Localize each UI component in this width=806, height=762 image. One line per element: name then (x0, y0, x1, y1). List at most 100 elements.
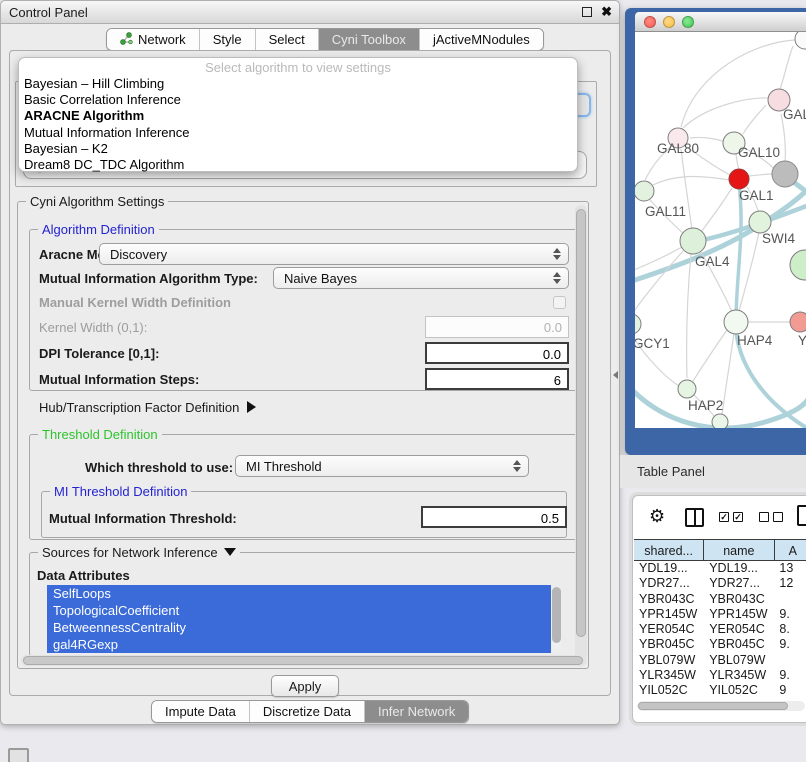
combo-arrows-icon (553, 248, 561, 260)
dropdown-option-highlighted[interactable]: ARACNE Algorithm (19, 108, 577, 124)
mi-steps-label: Mutual Information Steps: (39, 372, 199, 387)
settings-horizontal-scrollbar[interactable] (21, 655, 587, 666)
node-gcy1[interactable] (635, 314, 641, 334)
table-row[interactable]: YDR27...YDR27...12 (634, 576, 806, 591)
collapsed-panel-icon[interactable] (8, 748, 29, 762)
svg-text:HAP4: HAP4 (737, 333, 773, 348)
svg-text:GAL: GAL (783, 107, 806, 122)
node-gal11[interactable] (635, 181, 654, 201)
settings-vertical-scrollbar[interactable] (575, 205, 587, 661)
list-item[interactable]: BetweennessCentrality (47, 619, 551, 636)
table-row[interactable]: YLR345WYLR345W9. (634, 668, 806, 683)
tab-discretize-data[interactable]: Discretize Data (250, 701, 365, 722)
mi-threshold-field[interactable]: 0.5 (421, 506, 567, 528)
tab-jactivemnodules[interactable]: jActiveMNodules (420, 29, 543, 50)
table-row[interactable]: YBR043CYBR043C (634, 592, 806, 607)
which-threshold-label: Which threshold to use: (85, 460, 233, 475)
combo-arrows-icon (553, 272, 561, 284)
kernel-width-field[interactable]: 0.0 (425, 316, 569, 338)
table-panel-titlebar[interactable]: Table Panel (620, 455, 806, 488)
node-salmon[interactable] (790, 312, 806, 332)
tab-network[interactable]: Network (107, 29, 200, 50)
table-body: YDL19...YDL19...13 YDR27...YDR27...12 YB… (634, 561, 806, 699)
tab-infer-network[interactable]: Infer Network (365, 701, 468, 722)
file-icon[interactable] (797, 505, 806, 526)
control-panel-title: Control Panel (9, 5, 88, 20)
table-row[interactable]: YDL19...YDL19...13 (634, 561, 806, 576)
aracne-mode-combobox[interactable]: Discovery (99, 243, 569, 265)
column-header-partial[interactable]: A (775, 540, 806, 560)
list-item[interactable]: SelfLoops (47, 585, 551, 602)
tab-style[interactable]: Style (200, 29, 256, 50)
apply-button[interactable]: Apply (271, 675, 339, 697)
control-panel-titlebar[interactable]: Control Panel ✖ (1, 1, 619, 24)
svg-text:GAL10: GAL10 (738, 145, 780, 160)
node[interactable] (712, 414, 728, 428)
node-hap4[interactable] (724, 310, 748, 334)
panel-splitter-arrow[interactable] (613, 371, 618, 379)
tab-network-label: Network (138, 32, 186, 47)
list-item[interactable]: TopologicalCoefficient (47, 602, 551, 619)
column-header-name[interactable]: name (704, 540, 774, 560)
combo-arrows-icon (513, 460, 521, 472)
table-row[interactable]: YPR145WYPR145W9. (634, 607, 806, 622)
threshold-definition-title: Threshold Definition (38, 427, 162, 442)
unchecked-checkbox-icon[interactable] (759, 512, 769, 522)
svg-text:GAL80: GAL80 (657, 141, 699, 156)
minimize-traffic-light-icon[interactable] (663, 16, 675, 28)
table-row[interactable]: YIL052CYIL052C9 (634, 683, 806, 698)
node-gray[interactable] (772, 161, 798, 187)
node-right-big[interactable] (790, 250, 806, 280)
dropdown-option[interactable]: Mutual Information Inference (19, 125, 577, 141)
table-horizontal-scrollbar[interactable] (637, 701, 805, 711)
control-panel-tabbar: Network Style Select Cyni Toolbox jActiv… (106, 28, 544, 51)
svg-text:Y: Y (798, 333, 806, 348)
table-panel-card: ⚙ ✓ ✓ shared... name A YDL19...YDL19...1… (632, 495, 806, 723)
dropdown-option[interactable]: Basic Correlation Inference (19, 92, 577, 108)
checked-checkbox-icon[interactable]: ✓ (733, 512, 743, 522)
sources-title[interactable]: Sources for Network Inference (38, 545, 240, 560)
float-window-icon[interactable] (582, 7, 592, 17)
table-row[interactable]: YBR045CYBR045C9. (634, 637, 806, 652)
network-window-titlebar[interactable] (635, 12, 806, 32)
dropdown-option[interactable]: Bayesian – Hill Climbing (19, 76, 577, 92)
network-graph-canvas[interactable]: GAL GAL80 GAL10 GAL1 GAL11 GAL4 SWI4 GCY… (635, 32, 806, 428)
list-item[interactable]: gal4RGexp (47, 636, 551, 653)
zoom-traffic-light-icon[interactable] (682, 16, 694, 28)
tab-impute-data[interactable]: Impute Data (152, 701, 250, 722)
tab-select[interactable]: Select (256, 29, 319, 50)
manual-kernel-checkbox[interactable] (553, 296, 566, 309)
gear-icon[interactable]: ⚙ (649, 506, 665, 527)
svg-text:GAL4: GAL4 (695, 254, 730, 269)
close-traffic-light-icon[interactable] (644, 16, 656, 28)
attributes-vertical-scrollbar[interactable] (552, 587, 561, 651)
checked-checkbox-icon[interactable]: ✓ (719, 512, 729, 522)
collapse-down-icon (224, 548, 236, 556)
node-swi4[interactable] (749, 211, 771, 233)
table-panel-title: Table Panel (637, 464, 705, 479)
column-header-shared-name[interactable]: shared... (634, 540, 704, 560)
unchecked-checkbox-icon[interactable] (773, 512, 783, 522)
node-gal4[interactable] (680, 228, 706, 254)
which-threshold-combobox[interactable]: MI Threshold (235, 455, 529, 477)
mi-threshold-label: Mutual Information Threshold: (49, 511, 237, 526)
mi-type-combobox[interactable]: Naive Bayes (273, 267, 569, 289)
node-gal1[interactable] (729, 169, 749, 189)
svg-text:SWI4: SWI4 (762, 231, 795, 246)
bottom-tabbar: Impute Data Discretize Data Infer Networ… (151, 700, 469, 723)
dropdown-placeholder: Select algorithm to view settings (19, 60, 577, 76)
hub-definition-expander[interactable]: Hub/Transcription Factor Definition (39, 400, 256, 415)
split-columns-icon[interactable] (685, 508, 704, 527)
table-row[interactable]: YBL079WYBL079W (634, 653, 806, 668)
close-icon[interactable]: ✖ (601, 4, 612, 20)
dpi-tolerance-field[interactable]: 0.0 (425, 342, 569, 364)
table-row[interactable]: YER054CYER054C8. (634, 622, 806, 637)
data-attributes-list[interactable]: SelfLoops TopologicalCoefficient Between… (47, 585, 551, 653)
dropdown-option[interactable]: Dream8 DC_TDC Algorithm (19, 157, 577, 173)
dropdown-option[interactable]: Bayesian – K2 (19, 141, 577, 157)
mi-steps-field[interactable]: 6 (425, 368, 569, 390)
node-hap2[interactable] (678, 380, 696, 398)
tab-cyni-toolbox[interactable]: Cyni Toolbox (319, 29, 420, 50)
node[interactable] (795, 32, 806, 49)
algorithm-dropdown-list: Select algorithm to view settings Bayesi… (18, 57, 578, 172)
